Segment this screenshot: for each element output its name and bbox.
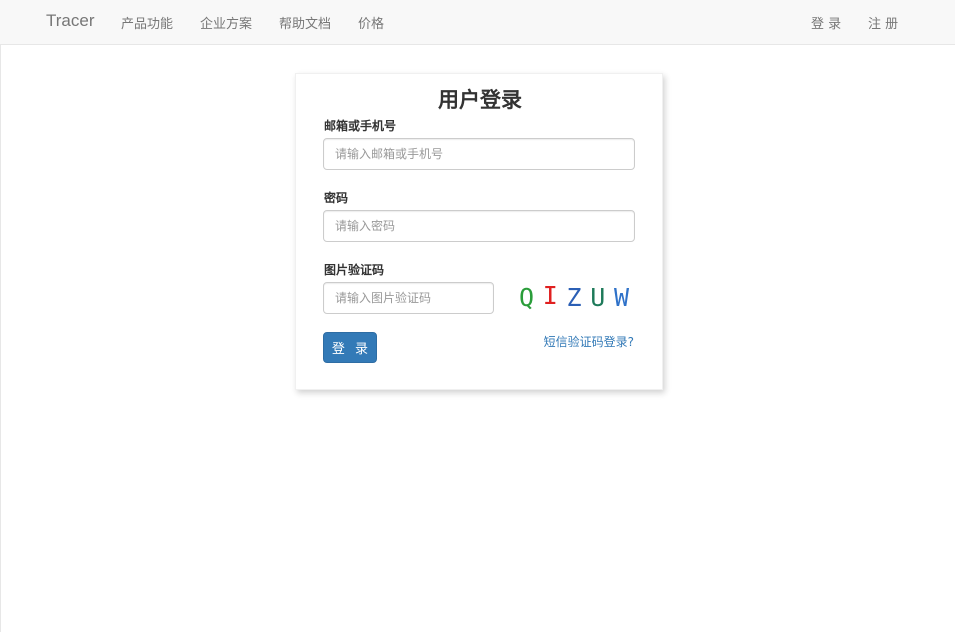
login-panel: 用户登录 邮箱或手机号 密码 图片验证码 Q I Z U W 登 录 短信验证码… <box>295 73 663 390</box>
nav-login-link[interactable]: 登 录 <box>811 13 841 32</box>
captcha-char: Z <box>566 282 582 312</box>
captcha-char: Q <box>519 282 535 312</box>
captcha-char: I <box>542 280 558 310</box>
nav-link-enterprise[interactable]: 企业方案 <box>200 13 252 32</box>
nav-link-pricing[interactable]: 价格 <box>358 13 384 32</box>
nav-link-features[interactable]: 产品功能 <box>121 13 173 32</box>
login-submit-button[interactable]: 登 录 <box>323 332 377 363</box>
captcha-image[interactable]: Q I Z U W <box>519 279 629 315</box>
captcha-input[interactable] <box>323 282 494 314</box>
page-left-border <box>0 45 1 632</box>
captcha-char: W <box>613 282 629 312</box>
account-label: 邮箱或手机号 <box>324 119 397 133</box>
top-navbar: Tracer 产品功能 企业方案 帮助文档 价格 登 录 注 册 <box>0 0 955 45</box>
nav-link-help-docs[interactable]: 帮助文档 <box>279 13 331 32</box>
account-input[interactable] <box>323 138 635 170</box>
brand-logo-link[interactable]: Tracer <box>46 11 95 31</box>
nav-register-link[interactable]: 注 册 <box>868 13 898 32</box>
login-title: 用户登录 <box>438 88 522 112</box>
password-input[interactable] <box>323 210 635 242</box>
captcha-label: 图片验证码 <box>324 263 385 277</box>
password-label: 密码 <box>324 191 349 205</box>
captcha-char: U <box>590 282 606 312</box>
sms-login-link[interactable]: 短信验证码登录? <box>544 333 634 350</box>
